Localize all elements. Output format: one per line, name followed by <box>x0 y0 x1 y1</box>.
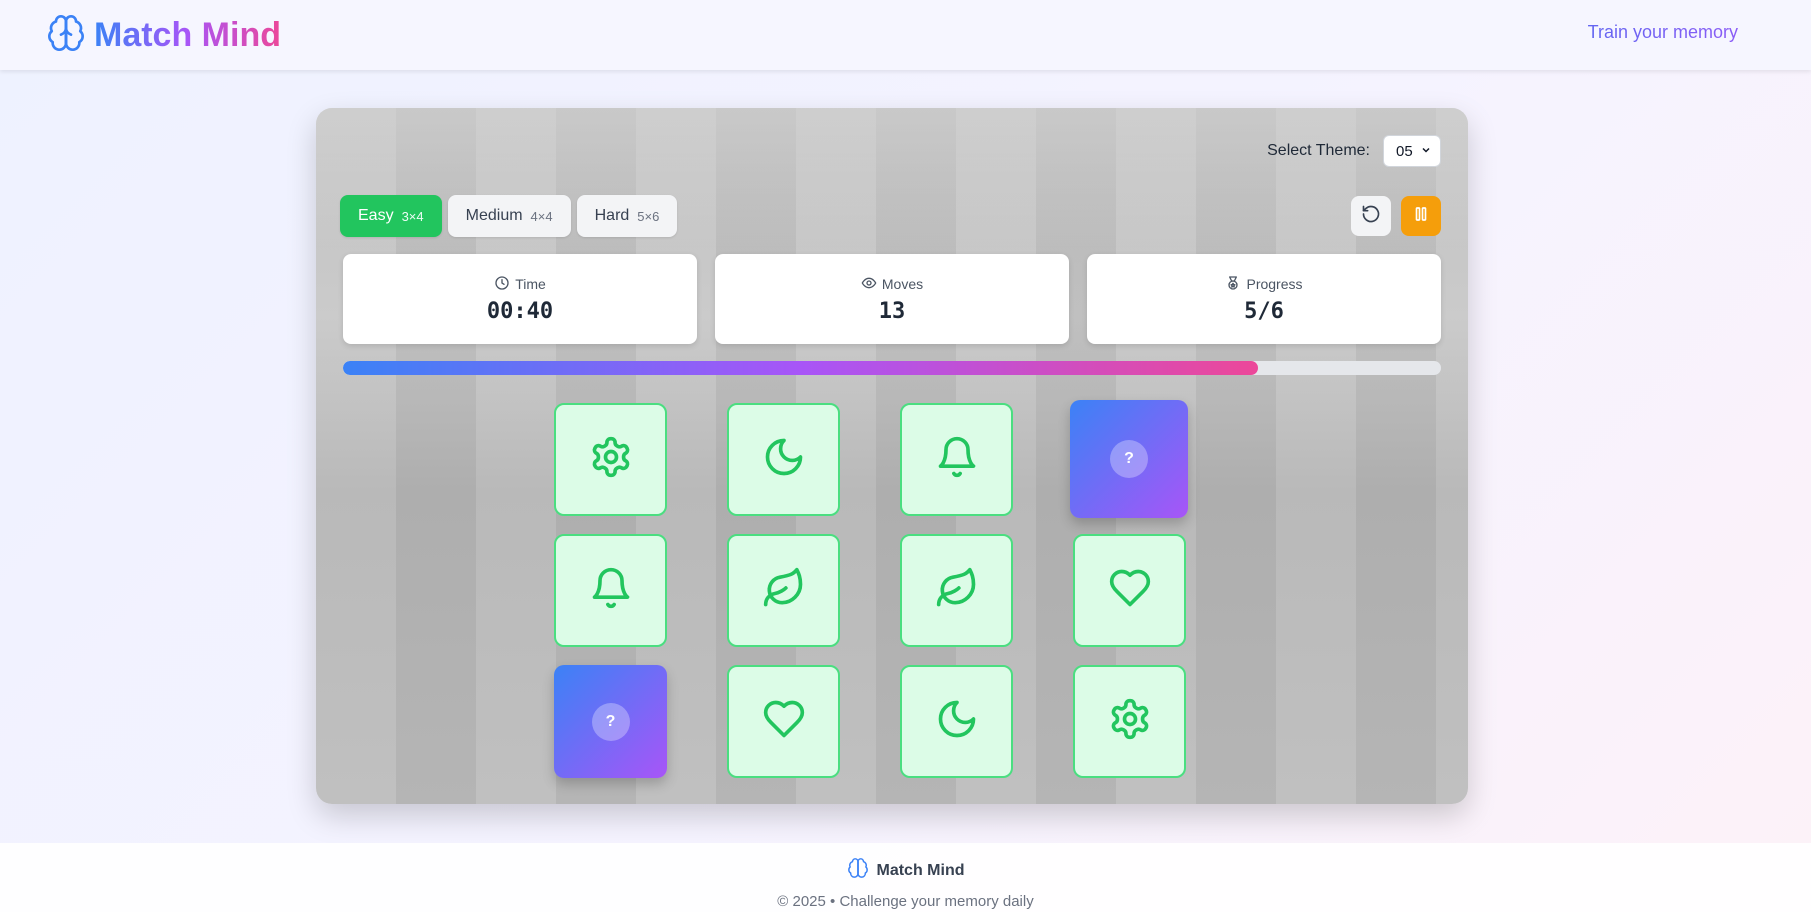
progress-label: Progress <box>1246 276 1303 292</box>
difficulty-grid: 5×6 <box>637 208 660 224</box>
game-controls <box>1351 196 1441 236</box>
time-label: Time <box>515 276 546 292</box>
brand-name: Match Mind <box>94 15 281 54</box>
time-value: 00:40 <box>486 298 554 324</box>
question-mark: ? <box>591 702 630 741</box>
heart-icon <box>1108 566 1152 615</box>
card-face-up[interactable] <box>900 403 1013 516</box>
card-face-down[interactable]: ? <box>554 665 667 778</box>
app-footer: Match Mind © 2025 • Challenge your memor… <box>0 843 1811 912</box>
card-face-up[interactable] <box>900 534 1013 647</box>
medal-icon <box>1225 275 1241 294</box>
moon-icon <box>935 697 979 746</box>
gear-icon <box>1108 697 1152 746</box>
heart-icon <box>762 697 806 746</box>
footer-brand-name: Match Mind <box>876 861 965 879</box>
time-stat: Time 00:40 <box>343 254 697 344</box>
bell-icon <box>935 435 979 484</box>
card-face-up[interactable] <box>727 534 840 647</box>
difficulty-medium-button[interactable]: Medium 4×4 <box>447 195 571 237</box>
clock-icon <box>494 275 510 294</box>
progress-value: 5/6 <box>1244 298 1284 324</box>
moves-value: 13 <box>878 298 906 324</box>
game-board: Select Theme: 05 Easy 3×4 Medium 4×4 Har… <box>316 108 1468 804</box>
question-mark: ? <box>1110 440 1148 478</box>
card-face-up[interactable] <box>554 403 667 516</box>
theme-select[interactable]: 05 <box>1383 135 1441 167</box>
progress-bar <box>343 361 1441 375</box>
pause-button[interactable] <box>1401 196 1441 236</box>
moves-stat: Moves 13 <box>715 254 1069 344</box>
card-grid: ?? <box>554 400 1188 778</box>
moon-icon <box>762 435 806 484</box>
difficulty-grid: 4×4 <box>530 208 553 224</box>
theme-selector: Select Theme: 05 <box>1267 135 1441 167</box>
moves-label: Moves <box>881 276 924 292</box>
leaf-icon <box>762 566 806 615</box>
difficulty-grid: 3×4 <box>401 208 424 224</box>
difficulty-hard-button[interactable]: Hard 5×6 <box>576 195 678 237</box>
card-face-up[interactable] <box>900 665 1013 778</box>
stats-bar: Time 00:40 Moves 13 Progress 5/6 <box>343 254 1441 344</box>
brain-icon <box>847 857 869 884</box>
difficulty-label: Hard <box>594 207 630 224</box>
difficulty-label: Medium <box>465 207 523 224</box>
card-face-down[interactable]: ? <box>1070 400 1188 518</box>
bell-icon <box>589 566 633 615</box>
progress-stat: Progress 5/6 <box>1087 254 1441 344</box>
card-face-up[interactable] <box>1073 665 1186 778</box>
footer-copyright: © 2025 • Challenge your memory daily <box>777 893 1034 910</box>
card-face-up[interactable] <box>1073 534 1186 647</box>
brand-logo[interactable]: Match Mind <box>46 13 281 58</box>
theme-label: Select Theme: <box>1267 142 1370 159</box>
restart-button[interactable] <box>1351 196 1391 236</box>
progress-bar-fill <box>343 361 1258 375</box>
app-header: Match Mind Train your memory <box>0 0 1811 70</box>
difficulty-easy-button[interactable]: Easy 3×4 <box>340 195 442 237</box>
theme-select-value: 05 <box>1396 142 1413 160</box>
card-face-up[interactable] <box>727 403 840 516</box>
card-face-up[interactable] <box>554 534 667 647</box>
gear-icon <box>589 435 633 484</box>
brain-icon <box>46 13 86 58</box>
train-memory-link[interactable]: Train your memory <box>1588 22 1738 43</box>
pause-icon <box>1412 205 1430 228</box>
leaf-icon <box>935 566 979 615</box>
eye-icon <box>861 275 877 294</box>
card-face-up[interactable] <box>727 665 840 778</box>
restart-icon <box>1361 204 1381 229</box>
difficulty-label: Easy <box>358 207 394 224</box>
chevron-down-icon <box>1420 143 1432 160</box>
difficulty-selector: Easy 3×4 Medium 4×4 Hard 5×6 <box>340 195 678 237</box>
